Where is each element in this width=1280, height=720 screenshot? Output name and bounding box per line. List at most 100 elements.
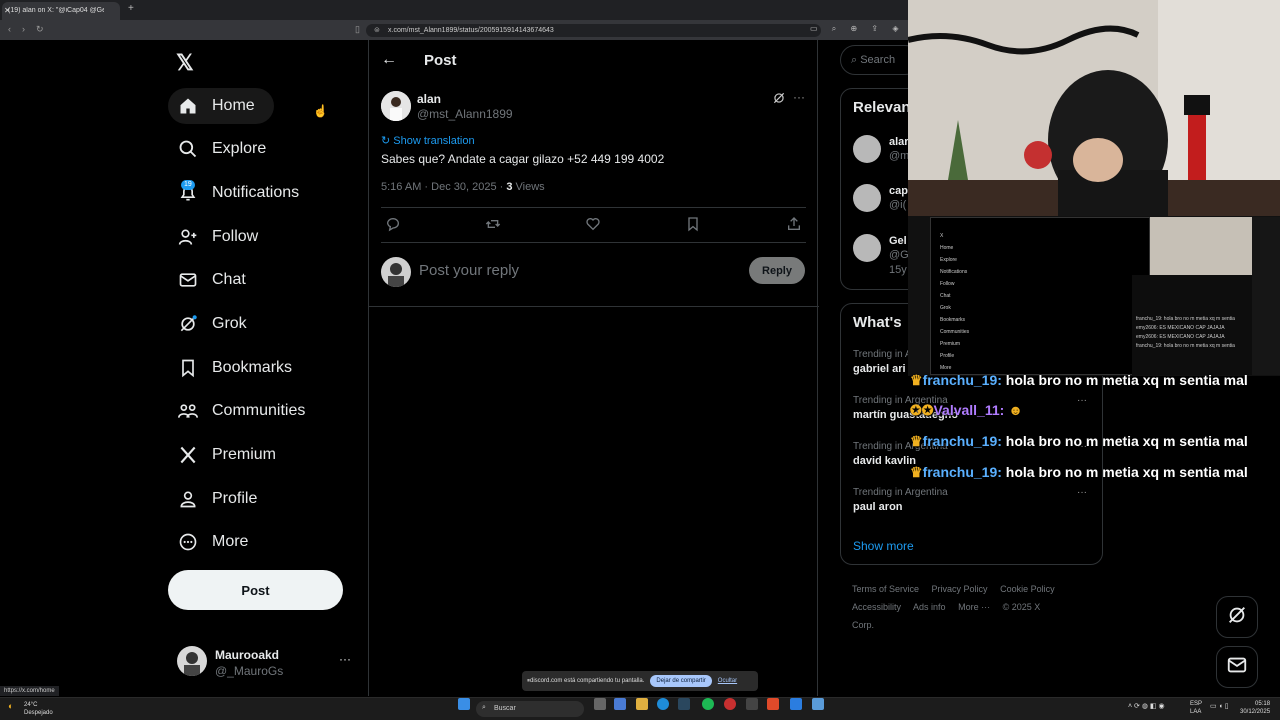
share-text: discord.com está compartiendo tu pantall… <box>530 678 645 684</box>
tab-close-icon[interactable]: ✕ <box>4 6 115 15</box>
avatar[interactable] <box>381 91 411 121</box>
network-volume-icons[interactable]: ▭ ◖ ▯ <box>1210 702 1229 710</box>
follow-icon <box>178 227 198 247</box>
avatar <box>853 135 881 163</box>
footer-link[interactable]: Accessibility <box>852 602 901 612</box>
stop-sharing-button[interactable]: Dejar de compartir <box>650 675 712 687</box>
home-icon <box>178 96 198 116</box>
communities-icon <box>178 401 198 421</box>
notifications-badge: 19 <box>181 180 195 190</box>
start-icon[interactable] <box>458 698 470 710</box>
share-icon[interactable] <box>786 216 804 234</box>
hide-link[interactable]: Ocultar <box>718 678 737 684</box>
tweet-time[interactable]: 5:16 AM · Dec 30, 2025 · <box>381 181 506 193</box>
weather-desc: Despejado <box>24 710 53 716</box>
grok-explain-icon[interactable] <box>772 91 786 105</box>
footer-link[interactable]: More ··· <box>958 602 990 612</box>
browser-tab[interactable]: (19) alan on X: "@iCap04 @Ger ✕ <box>2 2 120 20</box>
footer-link[interactable]: Cookie Policy <box>1000 584 1055 594</box>
footer-link[interactable]: Privacy Policy <box>932 584 988 594</box>
x-logo-icon[interactable]: 𝕏 <box>176 50 194 76</box>
reload-icon[interactable]: ↻ <box>36 24 44 35</box>
show-translation-link[interactable]: ↻ Show translation <box>381 134 475 147</box>
app-icon[interactable] <box>724 698 736 710</box>
reply-input[interactable]: Post your reply <box>419 262 519 279</box>
search-icon <box>178 139 198 159</box>
system-tray-icons[interactable]: ˄ ⟳ ◍ ◧ ◉ <box>1128 702 1165 710</box>
lang-code: ESP <box>1190 701 1203 707</box>
nav-chat[interactable]: Chat <box>168 262 258 298</box>
like-icon[interactable] <box>585 216 603 234</box>
spotify-icon[interactable] <box>702 698 714 710</box>
brave-icon[interactable] <box>767 698 779 710</box>
status-url: https://x.com/home <box>0 686 59 696</box>
clock[interactable]: 05:18 30/12/2025 <box>1240 700 1270 716</box>
tweet-actions <box>381 216 806 236</box>
preview-chat: franchu_19: hola bro no m metia xq m sen… <box>1132 275 1252 375</box>
url-text: x.com/mst_Alann1899/status/2005915914143… <box>388 27 554 34</box>
footer-link[interactable]: Ads info <box>913 602 946 612</box>
chat-message: hola bro no m metia xq m sentia mal <box>1001 372 1248 388</box>
lang-layout: LAA <box>1190 709 1202 715</box>
more-circle-icon <box>178 532 198 552</box>
bookmark-icon[interactable] <box>685 216 703 234</box>
nav-communities[interactable]: Communities <box>168 393 317 429</box>
nav-follow[interactable]: Follow <box>168 219 270 255</box>
nav-home[interactable]: Home <box>168 88 274 124</box>
mail-icon <box>178 270 198 290</box>
nav-more[interactable]: More <box>168 524 260 560</box>
new-tab-icon[interactable]: + <box>128 3 134 14</box>
tweet-author-name[interactable]: alan <box>417 92 441 106</box>
chat-message: hola bro no m metia xq m sentia mal <box>1001 433 1248 449</box>
divider <box>381 207 806 208</box>
app-icon[interactable] <box>812 698 824 710</box>
account-more-icon[interactable]: ··· <box>339 652 351 666</box>
browser-toolbar-icons[interactable]: ▭ ⌕ ⊕ ⇪ ◈ <box>810 24 905 34</box>
panel-title: Relevan <box>853 99 911 116</box>
trend-item[interactable]: Trending in Argentina paul aron ··· <box>853 487 1093 521</box>
account-switcher[interactable]: Maurooakd @_MauroGs ··· <box>177 646 357 680</box>
bookmark-page-icon[interactable]: ▯ <box>355 24 360 35</box>
steam-icon[interactable] <box>678 698 690 710</box>
tweet-author-handle[interactable]: @mst_Alann1899 <box>417 107 513 121</box>
forward-nav-icon[interactable]: › <box>22 24 25 34</box>
address-bar-row: ‹ › ↻ ▯ ⊜ x.com/mst_Alann1899/status/200… <box>0 20 910 40</box>
reply-button[interactable]: Reply <box>749 257 805 284</box>
footer-link[interactable]: Terms of Service <box>852 584 919 594</box>
widgets-icon[interactable] <box>614 698 626 710</box>
chat-user: franchu_19: <box>922 464 1002 480</box>
person-name: Gel <box>889 235 907 247</box>
app-icon[interactable] <box>746 698 758 710</box>
nav-profile[interactable]: Profile <box>168 481 269 517</box>
site-info-icon[interactable]: ⊜ <box>374 26 380 34</box>
person-handle: @m <box>889 150 910 162</box>
weather-widget[interactable]: ◐ 24°C Despejado <box>8 701 53 717</box>
nav-label: Notifications <box>212 184 300 201</box>
chat-user: Valvall_11: <box>933 402 1005 418</box>
taskbar-search[interactable]: ⌕ Buscar <box>476 701 584 717</box>
file-explorer-icon[interactable] <box>636 698 648 710</box>
reply-icon[interactable] <box>385 216 403 234</box>
nav-grok[interactable]: Grok <box>168 306 259 342</box>
edge-icon[interactable] <box>657 698 669 710</box>
person-name: alar <box>889 136 909 148</box>
nav-premium[interactable]: Premium <box>168 437 288 473</box>
messages-fab-button[interactable] <box>1216 646 1258 688</box>
back-arrow-icon[interactable]: ← <box>381 51 397 69</box>
nav-bookmarks[interactable]: Bookmarks <box>168 350 304 386</box>
app-icon[interactable] <box>790 698 802 710</box>
url-field[interactable]: ⊜ x.com/mst_Alann1899/status/20059159141… <box>366 24 821 37</box>
browser-tab-bar: (19) alan on X: "@iCap04 @Ger ✕ + <box>0 0 910 20</box>
post-button[interactable]: Post <box>168 570 343 610</box>
back-nav-icon[interactable]: ‹ <box>8 24 11 34</box>
task-view-icon[interactable] <box>594 698 606 710</box>
grok-fab-button[interactable] <box>1216 596 1258 638</box>
language-indicator[interactable]: ESP LAA <box>1190 700 1202 716</box>
page-title: Post <box>424 52 457 69</box>
grok-icon <box>178 314 198 334</box>
person-name: cap <box>889 185 908 197</box>
more-options-icon[interactable]: ··· <box>793 90 805 104</box>
repost-icon[interactable] <box>485 216 503 234</box>
nav-explore[interactable]: Explore <box>168 131 278 167</box>
show-more-link[interactable]: Show more <box>853 539 914 553</box>
